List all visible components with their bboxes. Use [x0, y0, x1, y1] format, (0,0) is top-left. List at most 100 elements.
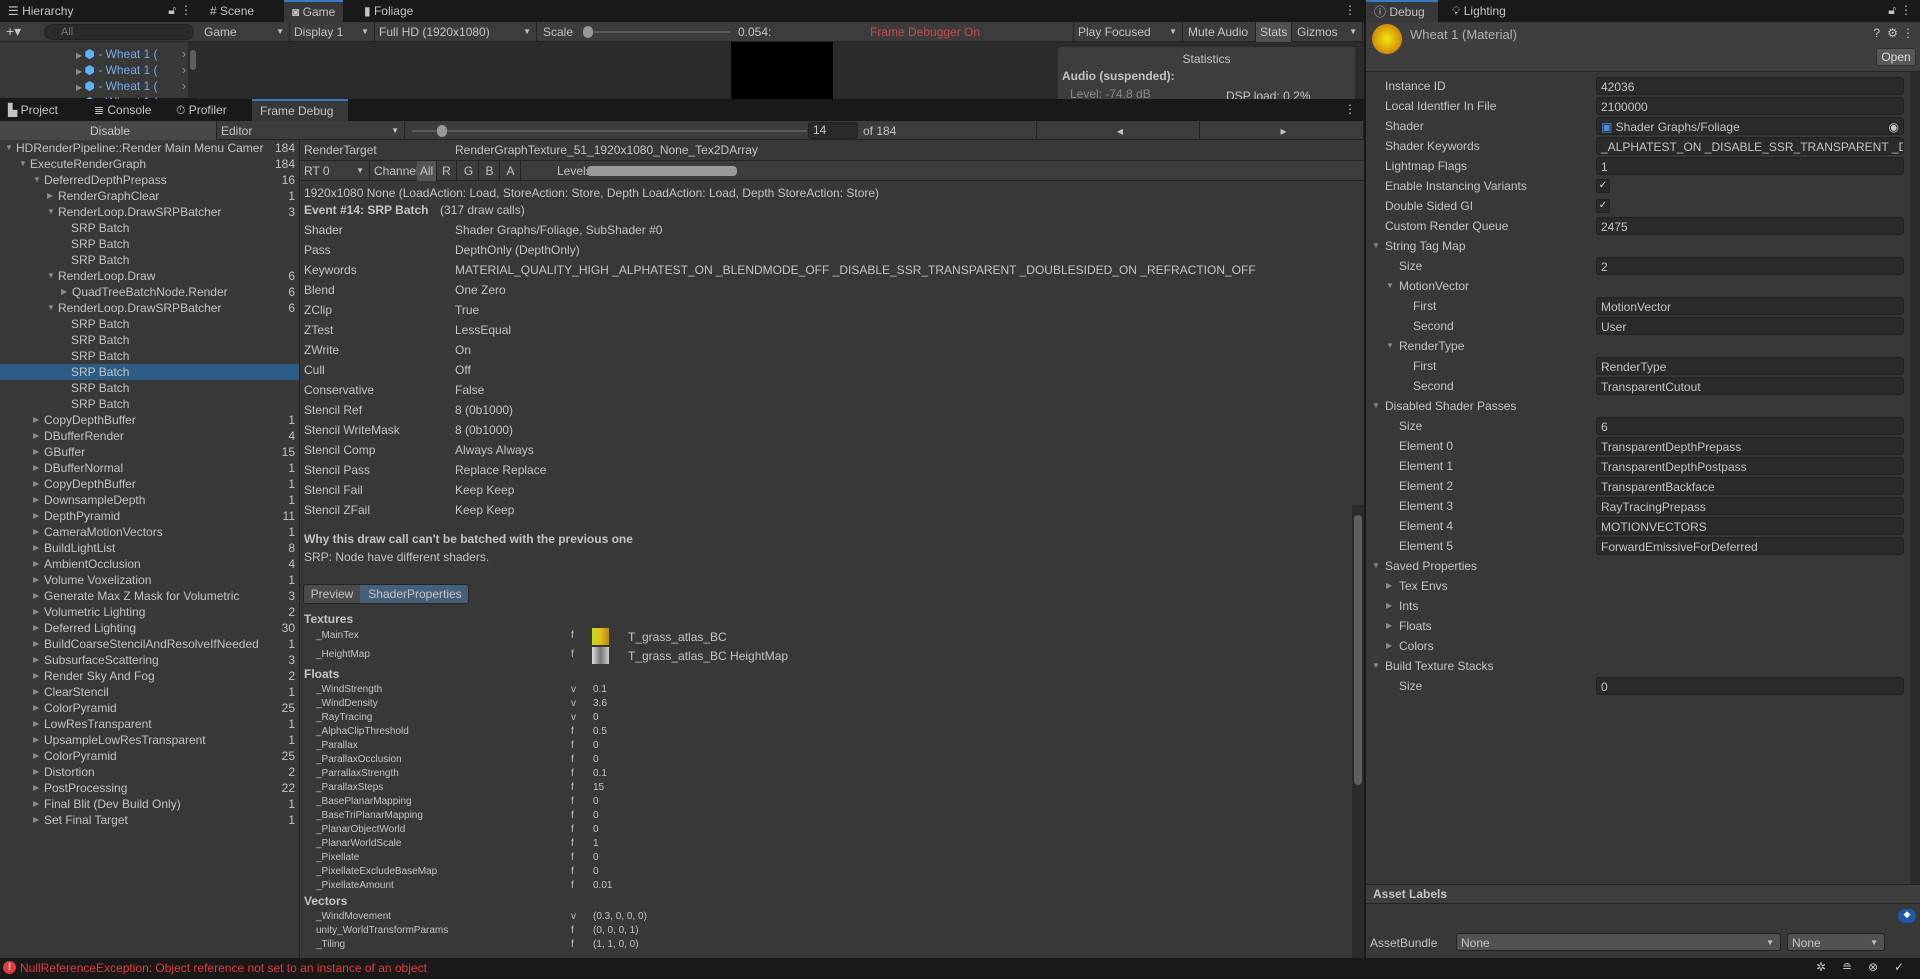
event-tree-item[interactable]: ▼ HDRenderPipeline::Render Main Menu Came… [0, 140, 299, 156]
hierarchy-item[interactable]: ▶ ⬢ - Wheat 1 (› [76, 78, 186, 94]
tab-preview[interactable]: Preview [304, 585, 360, 603]
gizmos-dropdown[interactable]: Gizmos ▼ [1293, 22, 1363, 42]
inspector-label[interactable]: String Tag Map [1385, 237, 1466, 255]
more-icon[interactable]: ⋮ [1344, 3, 1356, 17]
inspector-field[interactable]: 2475 [1596, 217, 1904, 235]
next-event-button[interactable]: ▸ [1200, 121, 1364, 141]
more-icon[interactable]: ⋮ [1900, 3, 1912, 17]
expanded-arrow-icon[interactable]: ▼ [1372, 557, 1380, 575]
help-icon[interactable]: ? [1873, 26, 1880, 40]
event-index-input[interactable]: 14 [808, 122, 858, 139]
expanded-arrow-icon[interactable]: ▼ [33, 172, 41, 188]
more-icon[interactable]: ⋮ [1902, 26, 1914, 40]
event-tree-item[interactable]: ▶ Final Blit (Dev Build Only) 1 [0, 796, 299, 812]
event-tree-item[interactable]: ▶ Deferred Lighting 30 [0, 620, 299, 636]
collapsed-arrow-icon[interactable]: ▶ [1386, 577, 1392, 595]
chevron-right-icon[interactable]: › [182, 78, 186, 94]
inspector-label[interactable]: RenderType [1399, 337, 1464, 355]
expanded-arrow-icon[interactable]: ▼ [1372, 237, 1380, 255]
collapsed-arrow-icon[interactable]: ▶ [33, 764, 39, 780]
rt-dropdown[interactable]: RT 0 ▼ [300, 161, 370, 181]
settings-sliders-icon[interactable]: ⚙ [1887, 26, 1898, 40]
auto-generate-lighting-icon[interactable]: ⊗ [1868, 960, 1878, 974]
tab-shader-properties[interactable]: ShaderProperties [360, 585, 468, 603]
inspector-label[interactable]: Disabled Shader Passes [1385, 397, 1516, 415]
inspector-field[interactable]: ForwardEmissiveForDeferred [1596, 537, 1904, 555]
inspector-field[interactable]: RenderType [1596, 357, 1904, 375]
collapsed-arrow-icon[interactable]: ▶ [33, 636, 39, 652]
collapsed-arrow-icon[interactable]: ▶ [33, 444, 39, 460]
expanded-arrow-icon[interactable]: ▼ [47, 268, 55, 284]
event-tree-item[interactable]: ▶ GBuffer 15 [0, 444, 299, 460]
inspector-label[interactable]: MotionVector [1399, 277, 1469, 295]
inspector-label[interactable]: Floats [1399, 617, 1432, 635]
event-tree-item[interactable]: SRP Batch [0, 236, 299, 252]
event-tree-item[interactable]: ▶ ClearStencil 1 [0, 684, 299, 700]
debug-off-icon[interactable]: ✲ [1816, 960, 1826, 974]
inspector-field[interactable]: User [1596, 317, 1904, 335]
previous-event-button[interactable]: ◂ [1036, 121, 1200, 141]
inspector-field[interactable]: RayTracingPrepass [1596, 497, 1904, 515]
collapsed-arrow-icon[interactable]: ▶ [47, 188, 53, 204]
tag-icon[interactable]: ◆ [1898, 909, 1916, 923]
event-tree-item[interactable]: ▶ QuadTreeBatchNode.Render 6 [0, 284, 299, 300]
expanded-arrow-icon[interactable]: ▼ [5, 140, 13, 156]
game-view-dropdown[interactable]: Game ▼ [200, 22, 290, 42]
event-tree-item[interactable]: ▶ DepthPyramid 11 [0, 508, 299, 524]
event-tree-item[interactable]: ▶ UpsampleLowResTransparent 1 [0, 732, 299, 748]
disable-button[interactable]: Disable [0, 121, 217, 141]
collapsed-arrow-icon[interactable]: ▶ [33, 476, 39, 492]
collapsed-arrow-icon[interactable]: ▶ [33, 732, 39, 748]
channel-r-toggle[interactable]: R [437, 161, 457, 181]
asset-bundle-dropdown[interactable]: None ▼ [1456, 933, 1781, 951]
inspector-label[interactable]: Tex Envs [1399, 577, 1448, 595]
progress-check-icon[interactable]: ✓ [1894, 960, 1904, 974]
collapsed-arrow-icon[interactable]: ▶ [33, 412, 39, 428]
event-tree-item[interactable]: ▶ BuildLightList 8 [0, 540, 299, 556]
inspector-field[interactable]: 2100000 [1596, 97, 1904, 115]
collapsed-arrow-icon[interactable]: ▶ [33, 428, 39, 444]
tab-debug[interactable]: ⓘ Debug [1366, 0, 1438, 22]
hierarchy-item[interactable]: ▶ ⬢ - Wheat 1 (› [76, 46, 186, 62]
event-tree-item[interactable]: SRP Batch [0, 316, 299, 332]
event-tree-item[interactable]: ▶ ColorPyramid 25 [0, 700, 299, 716]
collapsed-arrow-icon[interactable]: ▶ [61, 284, 67, 300]
hierarchy-scrollbar[interactable] [188, 42, 198, 98]
event-tree-item[interactable]: ▼ RenderLoop.Draw 6 [0, 268, 299, 284]
tab-frame-debug[interactable]: Frame Debug [252, 99, 348, 121]
scale-slider[interactable] [583, 26, 730, 38]
collapsed-arrow-icon[interactable]: ▶ [33, 748, 39, 764]
event-tree-item[interactable]: ▶ PostProcessing 22 [0, 780, 299, 796]
collapsed-arrow-icon[interactable]: ▶ [33, 780, 39, 796]
collapsed-arrow-icon[interactable]: ▶ [33, 524, 39, 540]
expanded-arrow-icon[interactable]: ▼ [47, 204, 55, 220]
event-tree-item[interactable]: ▶ Distortion 2 [0, 764, 299, 780]
hierarchy-item[interactable]: ▶ ⬢ - Wheat 1 (› [76, 62, 186, 78]
event-tree-item[interactable]: ▶ CopyDepthBuffer 1 [0, 412, 299, 428]
channel-g-toggle[interactable]: G [459, 161, 479, 181]
inspector-field[interactable]: TransparentBackface [1596, 477, 1904, 495]
expanded-arrow-icon[interactable]: ▼ [1386, 277, 1394, 295]
open-button[interactable]: Open [1876, 48, 1916, 66]
event-tree-item[interactable]: ▶ RenderGraphClear 1 [0, 188, 299, 204]
event-tree-item[interactable]: SRP Batch [0, 332, 299, 348]
event-tree-item[interactable]: ▶ Render Sky And Fog 2 [0, 668, 299, 684]
event-tree-item[interactable]: ▶ Generate Max Z Mask for Volumetric 3 [0, 588, 299, 604]
event-tree-item[interactable]: SRP Batch [0, 252, 299, 268]
chevron-right-icon[interactable]: › [182, 62, 186, 78]
shader-object-field[interactable]: ▣ Shader Graphs/Foliage ◉ [1596, 117, 1904, 135]
add-icon[interactable]: +▾ [6, 23, 21, 40]
inspector-scrollbar[interactable] [1910, 72, 1920, 892]
inspector-field[interactable]: 1 [1596, 157, 1904, 175]
lock-icon[interactable]: 🔓︎ [1888, 3, 1896, 18]
channel-b-toggle[interactable]: B [480, 161, 500, 181]
inspector-field[interactable]: 0 [1596, 677, 1904, 695]
more-icon[interactable]: ⋮ [180, 3, 192, 17]
event-tree-item[interactable]: ▼ RenderLoop.DrawSRPBatcher 3 [0, 204, 299, 220]
cache-server-icon[interactable]: ≘ [1842, 960, 1852, 974]
event-tree-item[interactable]: ▼ RenderLoop.DrawSRPBatcher 6 [0, 300, 299, 316]
collapsed-arrow-icon[interactable]: ▶ [33, 588, 39, 604]
texture-thumbnail[interactable] [592, 647, 609, 664]
tab-console[interactable]: ≣ Console [86, 99, 159, 121]
event-tree-item[interactable]: ▼ DeferredDepthPrepass 16 [0, 172, 299, 188]
